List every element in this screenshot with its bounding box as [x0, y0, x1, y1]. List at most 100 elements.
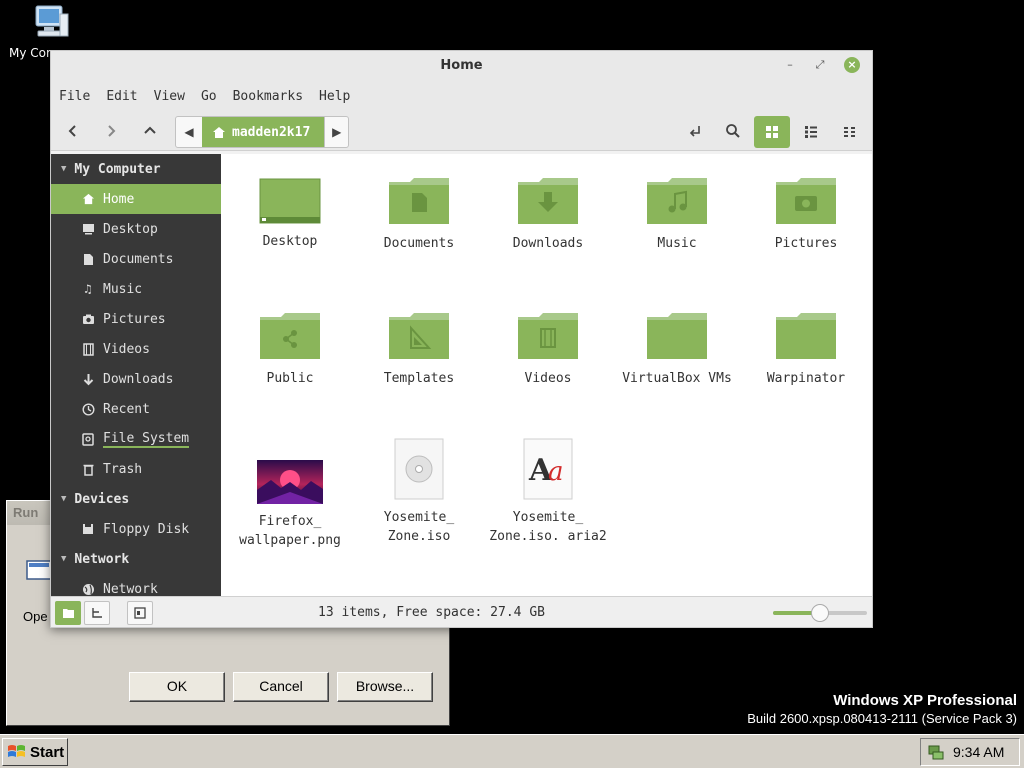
menu-view[interactable]: View	[154, 89, 185, 104]
file-item-label: Music	[657, 236, 697, 251]
toolbar: ◀ madden2k17 ▶	[51, 111, 872, 151]
file-item-videos[interactable]: Videos	[488, 311, 608, 388]
videos-folder-icon	[518, 313, 578, 359]
menu-file[interactable]: File	[59, 89, 90, 104]
breadcrumb-right-button[interactable]: ▶	[324, 117, 348, 147]
title-bar[interactable]: Home – ⤢ ×	[51, 51, 872, 81]
file-item-pictures[interactable]: Pictures	[746, 176, 866, 253]
file-item-warpinator[interactable]: Warpinator	[746, 311, 866, 388]
file-item-downloads[interactable]: Downloads	[488, 176, 608, 253]
grid-icon	[766, 126, 778, 138]
zoom-slider[interactable]	[773, 604, 867, 622]
sidebar-item-label: Music	[103, 281, 143, 297]
sidebar-item-label: Pictures	[103, 311, 166, 327]
search-icon	[726, 124, 740, 138]
file-item-desktop[interactable]: Desktop	[230, 176, 350, 251]
downloads-folder-icon	[518, 178, 578, 224]
menu-bookmarks[interactable]: Bookmarks	[233, 89, 303, 104]
film-icon	[81, 342, 95, 356]
breadcrumb-left-button[interactable]: ◀	[176, 117, 202, 147]
sidebar-item-floppy-disk[interactable]: Floppy Disk	[51, 514, 221, 544]
back-button[interactable]	[59, 117, 87, 145]
file-manager-window: Home – ⤢ × File Edit View Go Bookmarks H…	[50, 50, 873, 628]
sidebar: ▼ My Computer Home Desktop Documents ♫ M…	[51, 154, 221, 596]
sidebar-item-desktop[interactable]: Desktop	[51, 214, 221, 244]
icon-view-button[interactable]	[754, 116, 790, 148]
computer-icon	[35, 5, 69, 37]
sidebar-item-home[interactable]: Home	[51, 184, 221, 214]
start-button[interactable]: Start	[2, 738, 68, 766]
sidebar-item-music[interactable]: ♫ Music	[51, 274, 221, 304]
toggle-location-button[interactable]	[681, 117, 709, 145]
sidebar-item-label: Floppy Disk	[103, 521, 190, 537]
clock[interactable]: 9:34 AM	[953, 744, 1004, 760]
search-button[interactable]	[719, 117, 747, 145]
window-title: Home	[440, 58, 483, 73]
document-icon	[81, 252, 95, 266]
menu-edit[interactable]: Edit	[106, 89, 137, 104]
sidebar-section-network[interactable]: ▼ Network	[51, 544, 221, 574]
music-icon: ♫	[84, 282, 92, 296]
file-item-virtualbox-vms[interactable]: VirtualBox VMs	[617, 311, 737, 388]
documents-folder-icon	[389, 178, 449, 224]
sidebar-item-documents[interactable]: Documents	[51, 244, 221, 274]
triangle-down-icon: ▼	[61, 164, 67, 174]
list-icon	[805, 126, 817, 138]
list-view-button[interactable]	[793, 116, 829, 148]
chevron-up-icon	[144, 126, 156, 134]
cancel-button[interactable]: Cancel	[233, 672, 329, 702]
file-item-label: Public	[266, 371, 314, 386]
maximize-button[interactable]: ⤢	[812, 57, 828, 73]
file-item-yosemite-zone-iso-aria2[interactable]: A a Yosemite_ Zone.iso. aria2	[488, 438, 608, 546]
sidebar-section-my-computer[interactable]: ▼ My Computer	[51, 154, 221, 184]
file-item-firefox-wallpaper[interactable]: Firefox_ wallpaper.png	[230, 460, 350, 550]
trash-icon	[81, 462, 95, 476]
file-item-yosemite-zone-iso[interactable]: Yosemite_ Zone.iso	[359, 438, 479, 546]
floppy-icon	[81, 522, 95, 536]
minimize-button[interactable]: –	[782, 57, 798, 73]
run-open-label: Ope	[23, 609, 48, 624]
sidebar-item-network[interactable]: Network	[51, 574, 221, 596]
globe-icon	[81, 582, 95, 596]
os-name: Windows XP Professional	[833, 692, 1017, 709]
menu-bar: File Edit View Go Bookmarks Help	[51, 81, 872, 111]
menu-go[interactable]: Go	[201, 89, 217, 104]
sidebar-item-recent[interactable]: Recent	[51, 394, 221, 424]
chevron-right-icon	[108, 125, 116, 137]
browse-button[interactable]: Browse...	[337, 672, 433, 702]
sidebar-item-file-system[interactable]: File System	[51, 424, 221, 454]
breadcrumb-home[interactable]: madden2k17	[202, 117, 325, 147]
sidebar-section-devices[interactable]: ▼ Devices	[51, 484, 221, 514]
sidebar-item-label: Network	[103, 581, 158, 597]
forward-button[interactable]	[97, 117, 125, 145]
menu-help[interactable]: Help	[319, 89, 350, 104]
file-item-label: Yosemite_ Zone.iso. aria2	[489, 510, 607, 544]
file-item-public[interactable]: Public	[230, 311, 350, 388]
zoom-slider-knob[interactable]	[811, 604, 829, 622]
sidebar-item-label: Videos	[103, 341, 150, 357]
ok-button[interactable]: OK	[129, 672, 225, 702]
file-item-music[interactable]: Music	[617, 176, 737, 253]
up-button[interactable]	[136, 117, 164, 145]
image-thumbnail-icon	[257, 460, 323, 504]
taskbar: Start 9:34 AM	[0, 734, 1024, 768]
sidebar-item-label: File System	[103, 430, 190, 448]
compact-view-button[interactable]	[832, 116, 868, 148]
file-item-label: Downloads	[512, 236, 584, 251]
file-item-documents[interactable]: Documents	[359, 176, 479, 253]
file-item-templates[interactable]: Templates	[359, 311, 479, 388]
status-text: 13 items, Free space: 27.4 GB	[318, 605, 545, 620]
sidebar-item-videos[interactable]: Videos	[51, 334, 221, 364]
sidebar-item-trash[interactable]: Trash	[51, 454, 221, 484]
sidebar-section-label: Network	[74, 551, 130, 567]
windows-logo-icon	[8, 745, 25, 757]
file-grid: Desktop Documents Downloads Music Pictur…	[221, 154, 872, 596]
sidebar-item-downloads[interactable]: Downloads	[51, 364, 221, 394]
sidebar-item-label: Trash	[103, 461, 143, 477]
close-button[interactable]: ×	[844, 57, 860, 73]
network-tray-icon[interactable]	[927, 743, 945, 761]
sidebar-item-pictures[interactable]: Pictures	[51, 304, 221, 334]
file-item-label: Warpinator	[766, 371, 846, 386]
location-toggle-icon	[689, 126, 700, 137]
folder-icon	[647, 313, 707, 359]
